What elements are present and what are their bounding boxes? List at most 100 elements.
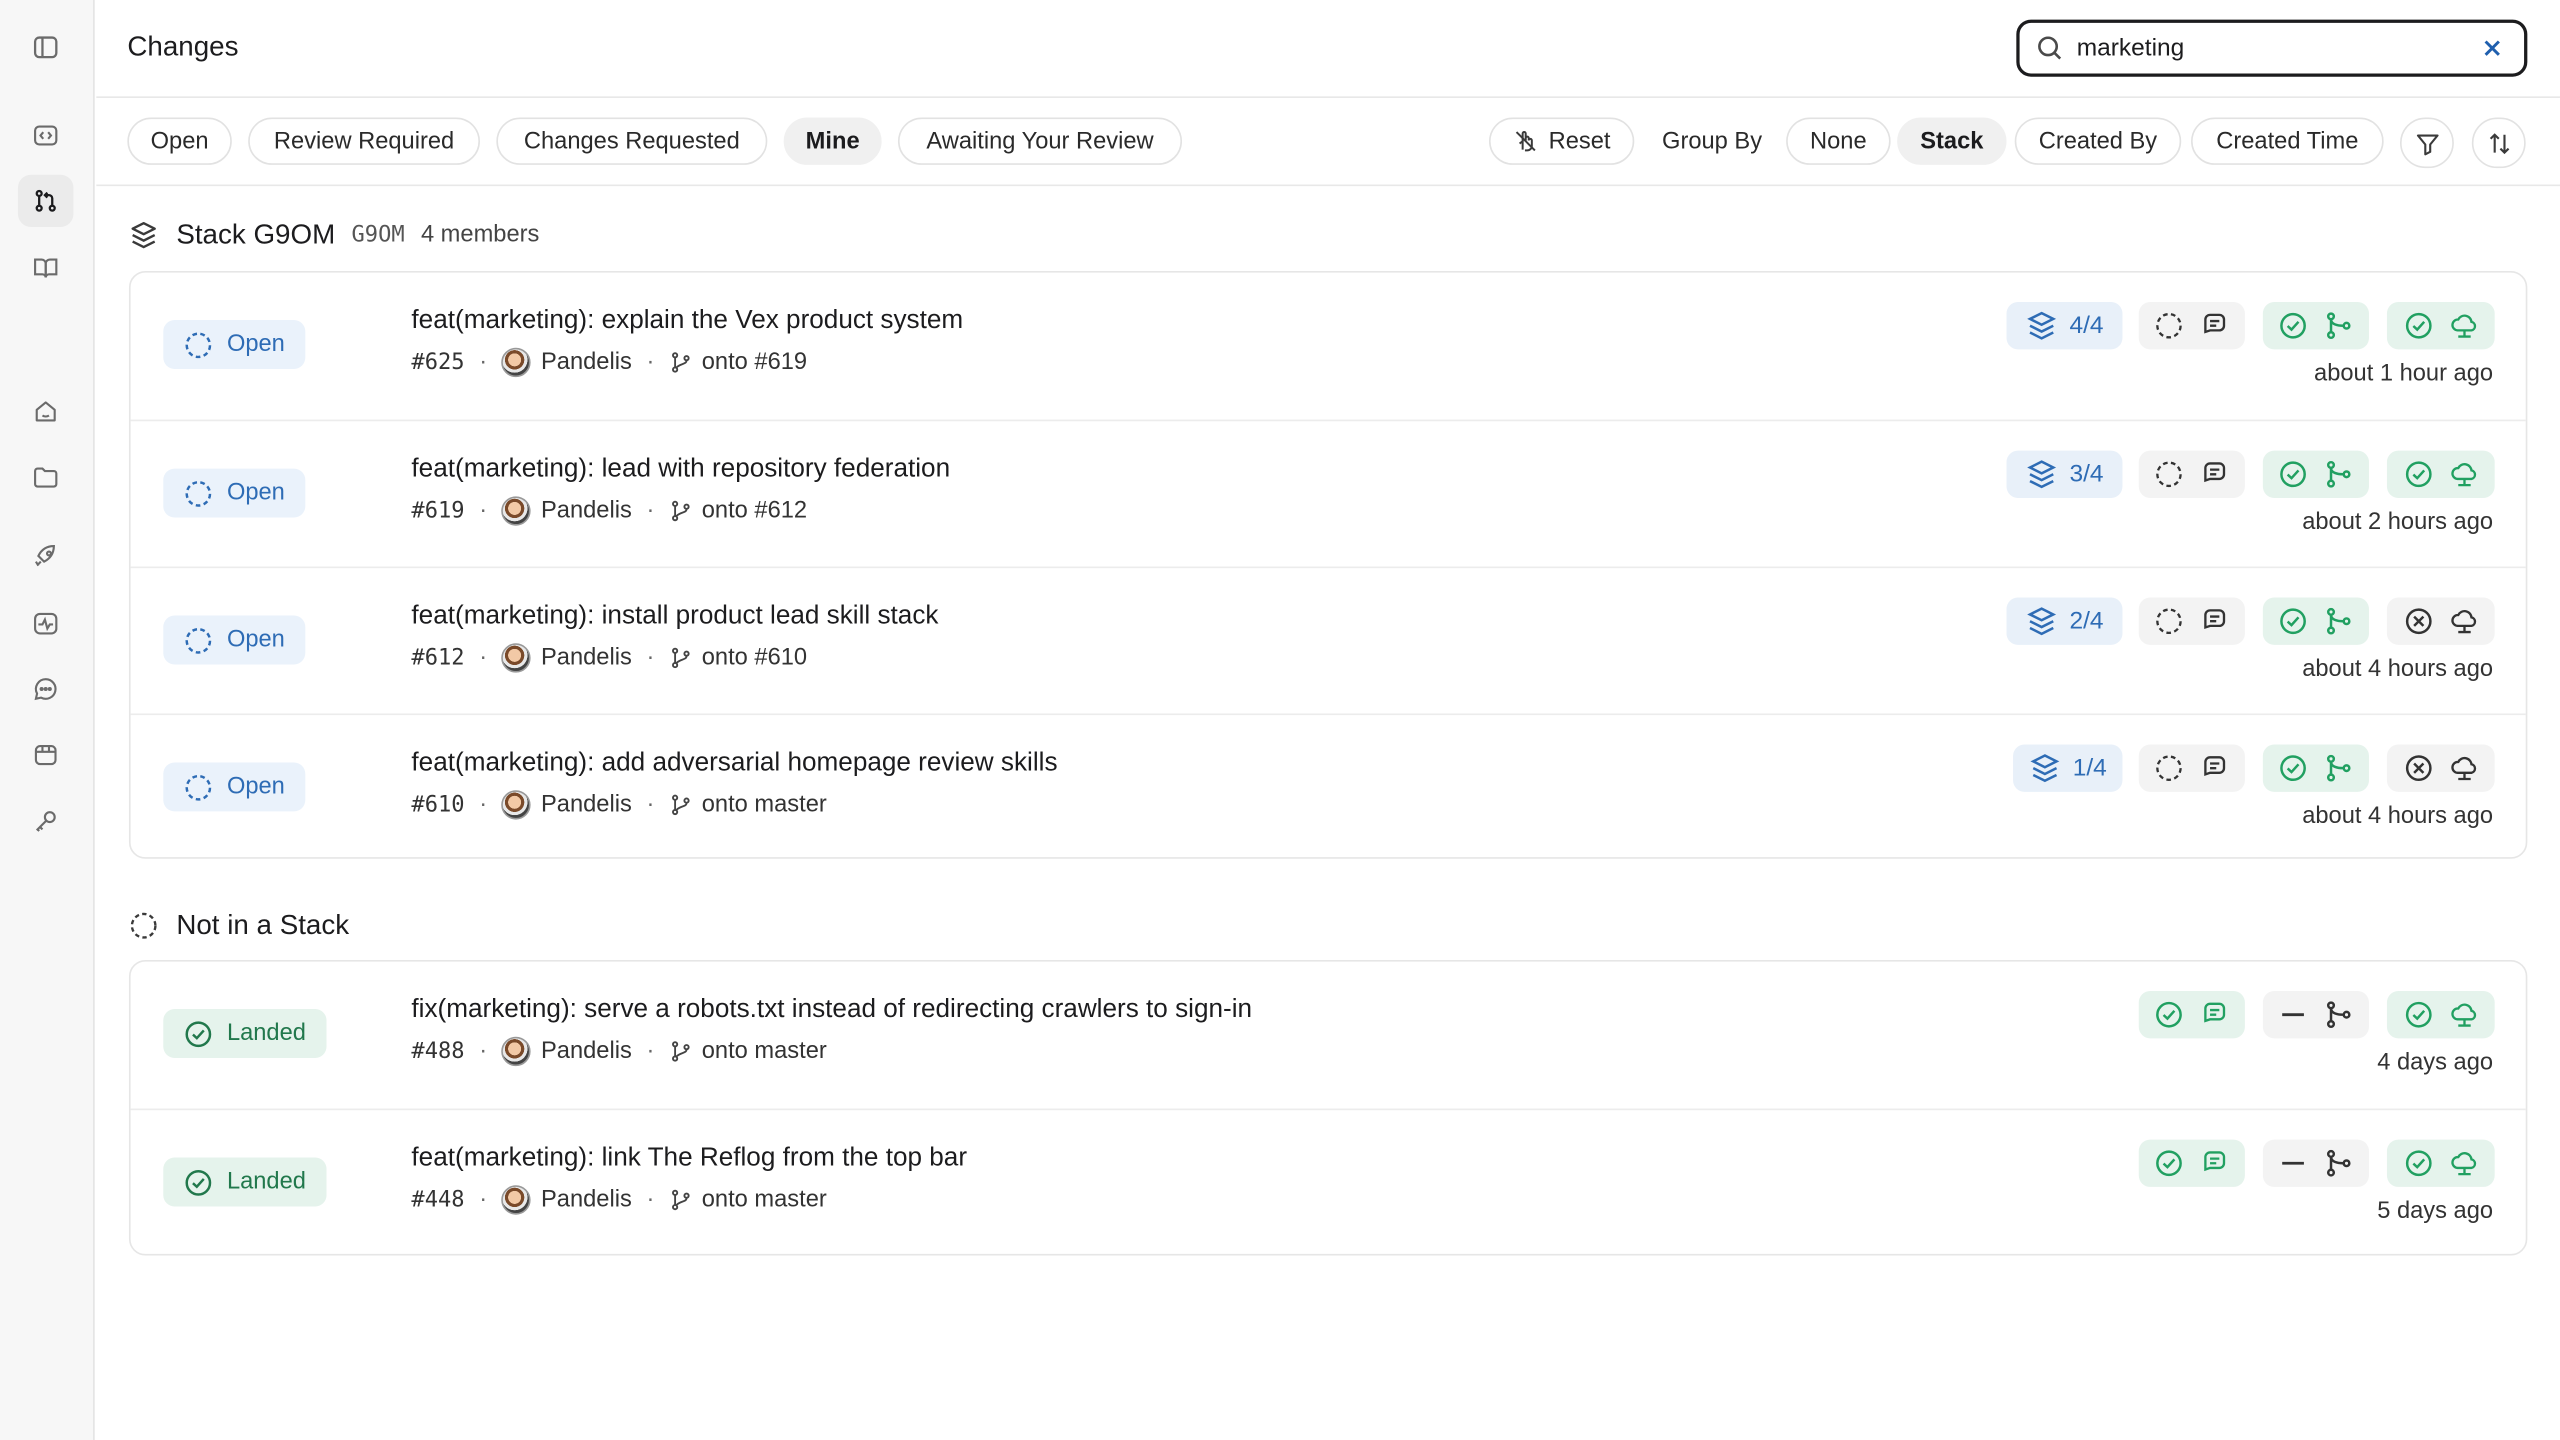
timestamp: about 4 hours ago [2302, 656, 2494, 683]
change-number: #488 [411, 1038, 465, 1065]
author: Pandelis [540, 791, 632, 818]
change-title[interactable]: feat(marketing): install product lead sk… [411, 602, 938, 631]
change-row[interactable]: Landed feat(marketing): link The Reflog … [130, 1108, 2526, 1256]
stack-icon [2026, 607, 2056, 636]
change-number: #625 [411, 349, 465, 376]
group-created-by[interactable]: Created By [2014, 117, 2182, 165]
main-content: Changes Open Review Required Changes Req… [96, 0, 2560, 1440]
stack-position-chip[interactable]: 1/4 [2013, 744, 2123, 792]
filter-open[interactable]: Open [127, 117, 232, 165]
change-meta: #619 · Pandelis · onto #612 [411, 496, 808, 526]
check-circle-icon [2405, 461, 2431, 488]
filter-review-required[interactable]: Review Required [248, 117, 480, 165]
book-icon[interactable] [18, 242, 74, 294]
cloud-icon [2450, 1003, 2476, 1027]
ci-chip[interactable] [2262, 744, 2369, 792]
deploy-chip[interactable] [2386, 450, 2495, 498]
key-icon[interactable] [18, 795, 74, 847]
group-created-time[interactable]: Created Time [2191, 117, 2384, 165]
change-title[interactable]: feat(marketing): lead with repository fe… [411, 456, 950, 485]
review-chip[interactable] [2138, 991, 2245, 1039]
review-chip[interactable] [2138, 597, 2245, 645]
review-chip[interactable] [2138, 450, 2245, 498]
group-stack[interactable]: Stack [1897, 117, 2007, 165]
reset-label: Reset [1548, 128, 1611, 155]
x-circle-icon [2405, 755, 2431, 782]
change-title[interactable]: feat(marketing): link The Reflog from th… [411, 1144, 967, 1173]
activity-icon[interactable] [18, 598, 74, 650]
change-title[interactable]: feat(marketing): add adversarial homepag… [411, 749, 1057, 778]
review-pending-icon [2156, 755, 2182, 781]
change-row[interactable]: Open feat(marketing): install product le… [130, 566, 2526, 714]
stack-position-chip[interactable]: 4/4 [2006, 302, 2123, 350]
deploy-chip[interactable] [2386, 744, 2495, 792]
change-row[interactable]: Open feat(marketing): lead with reposito… [130, 419, 2526, 567]
ci-chip[interactable] [2262, 991, 2369, 1039]
ci-chip[interactable] [2262, 302, 2369, 350]
comments-icon [2204, 313, 2226, 334]
filter-mine[interactable]: Mine [783, 117, 882, 165]
chat-icon[interactable] [18, 663, 74, 715]
onto-target: onto #610 [701, 644, 808, 672]
change-row[interactable]: Open feat(marketing): add adversarial ho… [130, 713, 2526, 860]
group-header-no-stack: Not in a Stack [129, 906, 349, 945]
ci-chip[interactable] [2262, 1139, 2369, 1187]
cloud-icon [2450, 463, 2476, 487]
sort-button[interactable] [2471, 117, 2526, 169]
check-circle-icon [2156, 1150, 2182, 1177]
folder-icon[interactable] [18, 451, 74, 503]
group-none[interactable]: None [1786, 117, 1891, 165]
change-number: #448 [411, 1186, 465, 1214]
stack-position-chip[interactable]: 2/4 [2006, 597, 2123, 645]
change-title[interactable]: fix(marketing): serve a robots.txt inste… [411, 996, 1252, 1025]
cloud-icon [2450, 314, 2476, 338]
change-row[interactable]: Open feat(marketing): explain the Vex pr… [131, 273, 2526, 420]
deploy-chip[interactable] [2386, 1139, 2495, 1187]
filter-changes-requested[interactable]: Changes Requested [496, 117, 768, 165]
reset-icon [1515, 131, 1535, 152]
comments-icon [2204, 1151, 2226, 1172]
merge-icon [2326, 754, 2351, 782]
review-chip[interactable] [2138, 744, 2245, 792]
merge-icon [2326, 1001, 2351, 1029]
package-icon[interactable] [18, 728, 74, 780]
code-icon[interactable] [18, 109, 74, 161]
timestamp: about 2 hours ago [2302, 509, 2494, 536]
timestamp: 4 days ago [2377, 1049, 2494, 1076]
pull-request-icon[interactable] [17, 174, 74, 227]
search-box[interactable] [2016, 19, 2528, 77]
merge-icon [2326, 460, 2351, 488]
timestamp: 5 days ago [2377, 1198, 2494, 1225]
avatar [501, 496, 532, 526]
comments-icon [2204, 756, 2226, 776]
change-title[interactable]: feat(marketing): explain the Vex product… [411, 307, 963, 336]
deploy-chip[interactable] [2386, 991, 2495, 1039]
stack-position-chip[interactable]: 3/4 [2006, 450, 2123, 498]
review-chip[interactable] [2138, 302, 2245, 350]
clear-search-icon[interactable] [2478, 35, 2504, 61]
branch-icon [671, 500, 690, 522]
search-input[interactable] [2076, 34, 2479, 63]
deploy-chip[interactable] [2386, 597, 2495, 645]
change-meta: #448 · Pandelis · onto master [411, 1185, 827, 1215]
filter-funnel-button[interactable] [2399, 117, 2454, 169]
comments-icon [2204, 1002, 2226, 1023]
change-number: #610 [411, 791, 465, 818]
ci-chip[interactable] [2262, 597, 2369, 645]
avatar [501, 643, 532, 673]
rocket-icon[interactable] [18, 531, 74, 583]
stack-icon [2026, 460, 2056, 489]
filter-awaiting-your-review[interactable]: Awaiting Your Review [897, 117, 1183, 165]
group-by-label: Group By [1662, 128, 1763, 155]
review-chip[interactable] [2138, 1139, 2245, 1187]
check-circle-icon [2405, 1150, 2431, 1177]
check-circle-icon [2280, 312, 2306, 339]
deploy-chip[interactable] [2386, 302, 2495, 350]
ci-chip[interactable] [2262, 450, 2369, 498]
change-row[interactable]: Landed fix(marketing): serve a robots.tx… [131, 962, 2526, 1109]
reset-button[interactable]: Reset [1488, 117, 1635, 165]
author: Pandelis [540, 497, 632, 525]
branch-icon [671, 794, 690, 816]
home-icon[interactable] [18, 385, 74, 437]
sidebar-toggle-icon[interactable] [18, 21, 74, 73]
